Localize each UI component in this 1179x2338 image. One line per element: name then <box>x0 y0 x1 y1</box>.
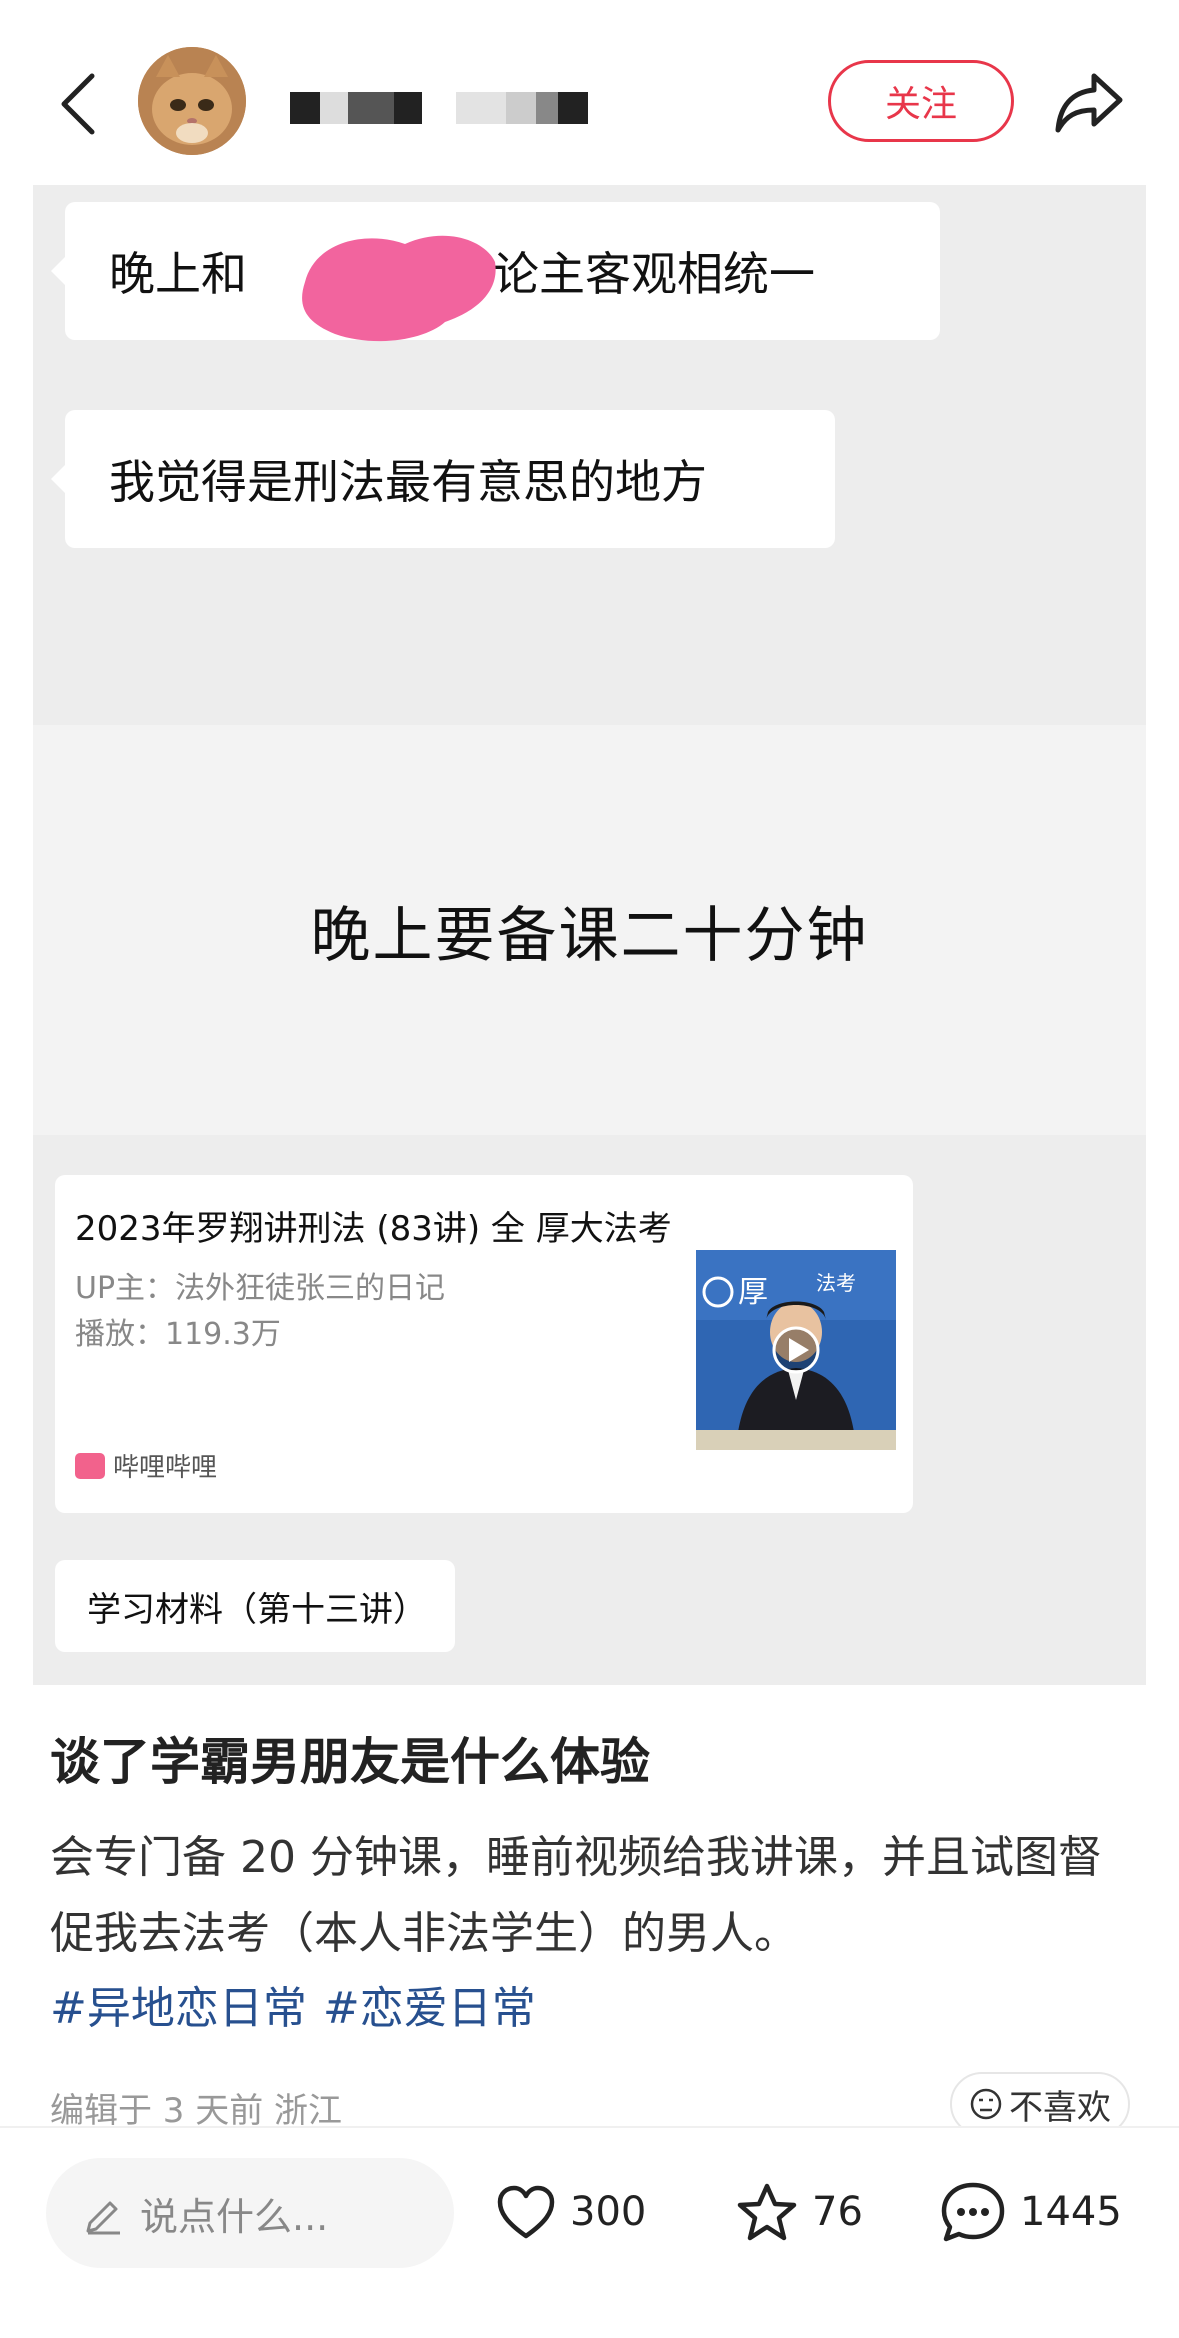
chat-bubble-3-text: 学习材料（第十三讲） <box>87 1589 427 1630</box>
thumb-label: 法考 <box>816 1271 856 1295</box>
pink-redaction-scribble <box>302 235 496 342</box>
star-icon <box>737 2183 797 2241</box>
post-body: 会专门备 20 分钟课，睡前视频给我讲课，并且试图督促我去法考（本人非法学生）的… <box>50 1832 1102 1959</box>
bilibili-source: 哔哩哔哩 <box>75 1447 217 1484</box>
neutral-face-icon <box>970 2088 1002 2120</box>
avatar[interactable] <box>138 47 246 155</box>
video-play-count: 播放：119.3万 <box>75 1317 281 1352</box>
chat-bubble-2: 我觉得是刑法最有意思的地方 <box>51 410 835 548</box>
svg-text:厚: 厚 <box>738 1275 768 1310</box>
hashtag-2[interactable]: #恋爱日常 <box>323 1972 536 2036</box>
like-count: 300 <box>570 2189 647 2235</box>
comment-button[interactable]: 1445 <box>940 2172 1122 2252</box>
comment-placeholder: 说点什么... <box>140 2194 329 2239</box>
source-label: 哔哩哔哩 <box>113 1453 218 1483</box>
video-thumbnail[interactable]: 厚 法考 <box>696 1250 896 1450</box>
chat-bubble-1: 晚上和 讨论主客观相统一 <box>51 202 940 342</box>
comment-count: 1445 <box>1020 2189 1122 2235</box>
like-button[interactable]: 300 <box>496 2172 646 2252</box>
favorite-button[interactable]: 76 <box>736 2172 863 2252</box>
favorite-count: 76 <box>812 2189 863 2235</box>
chat-bubble-3: 学习材料（第十三讲） <box>55 1560 455 1652</box>
lecturer-thumbnail-image: 厚 法考 <box>696 1250 896 1450</box>
follow-button[interactable]: 关注 <box>828 60 1014 142</box>
slide-text: 晚上要备课二十分钟 <box>310 900 869 971</box>
chat-bubble-1-text-start: 晚上和 <box>109 247 247 301</box>
back-button[interactable] <box>48 64 108 144</box>
pencil-icon <box>86 2201 120 2235</box>
share-button[interactable] <box>1050 62 1130 142</box>
bilibili-icon <box>75 1452 105 1479</box>
text-slide: 晚上要备课二十分钟 <box>33 725 1146 1135</box>
video-title: 2023年罗翔讲刑法 (83讲) 全 厚大法考 <box>75 1209 672 1249</box>
heart-icon <box>497 2185 555 2239</box>
hashtag-list: #异地恋日常 #恋爱日常 <box>50 1972 536 2036</box>
bottom-action-bar: 说点什么... 300 76 1445 <box>0 2126 1179 2338</box>
video-share-card[interactable]: 2023年罗翔讲刑法 (83讲) 全 厚大法考 UP主：法外狂徒张三的日记 播放… <box>55 1175 913 1513</box>
post-meta: 编辑于 3 天前 浙江 <box>50 2091 343 2131</box>
top-bar: 关注 <box>0 0 1179 185</box>
cat-avatar-image <box>138 47 246 155</box>
post-image[interactable]: 晚上和 讨论主客观相统一 我觉得是刑法最有意思的地方 晚上要备课二十分钟 202… <box>33 185 1146 1685</box>
back-arrow-icon <box>61 73 95 135</box>
comment-input[interactable]: 说点什么... <box>46 2158 454 2268</box>
dislike-label: 不喜欢 <box>1009 2087 1111 2128</box>
video-uploader: UP主：法外狂徒张三的日记 <box>75 1271 446 1306</box>
hashtag-1[interactable]: #异地恋日常 <box>50 1972 307 2036</box>
comment-icon <box>941 2182 1005 2242</box>
chat-bubble-2-text: 我觉得是刑法最有意思的地方 <box>109 455 707 509</box>
username-redacted <box>290 88 588 128</box>
post-title: 谈了学霸男朋友是什么体验 <box>50 1733 650 1791</box>
share-icon <box>1055 73 1123 133</box>
